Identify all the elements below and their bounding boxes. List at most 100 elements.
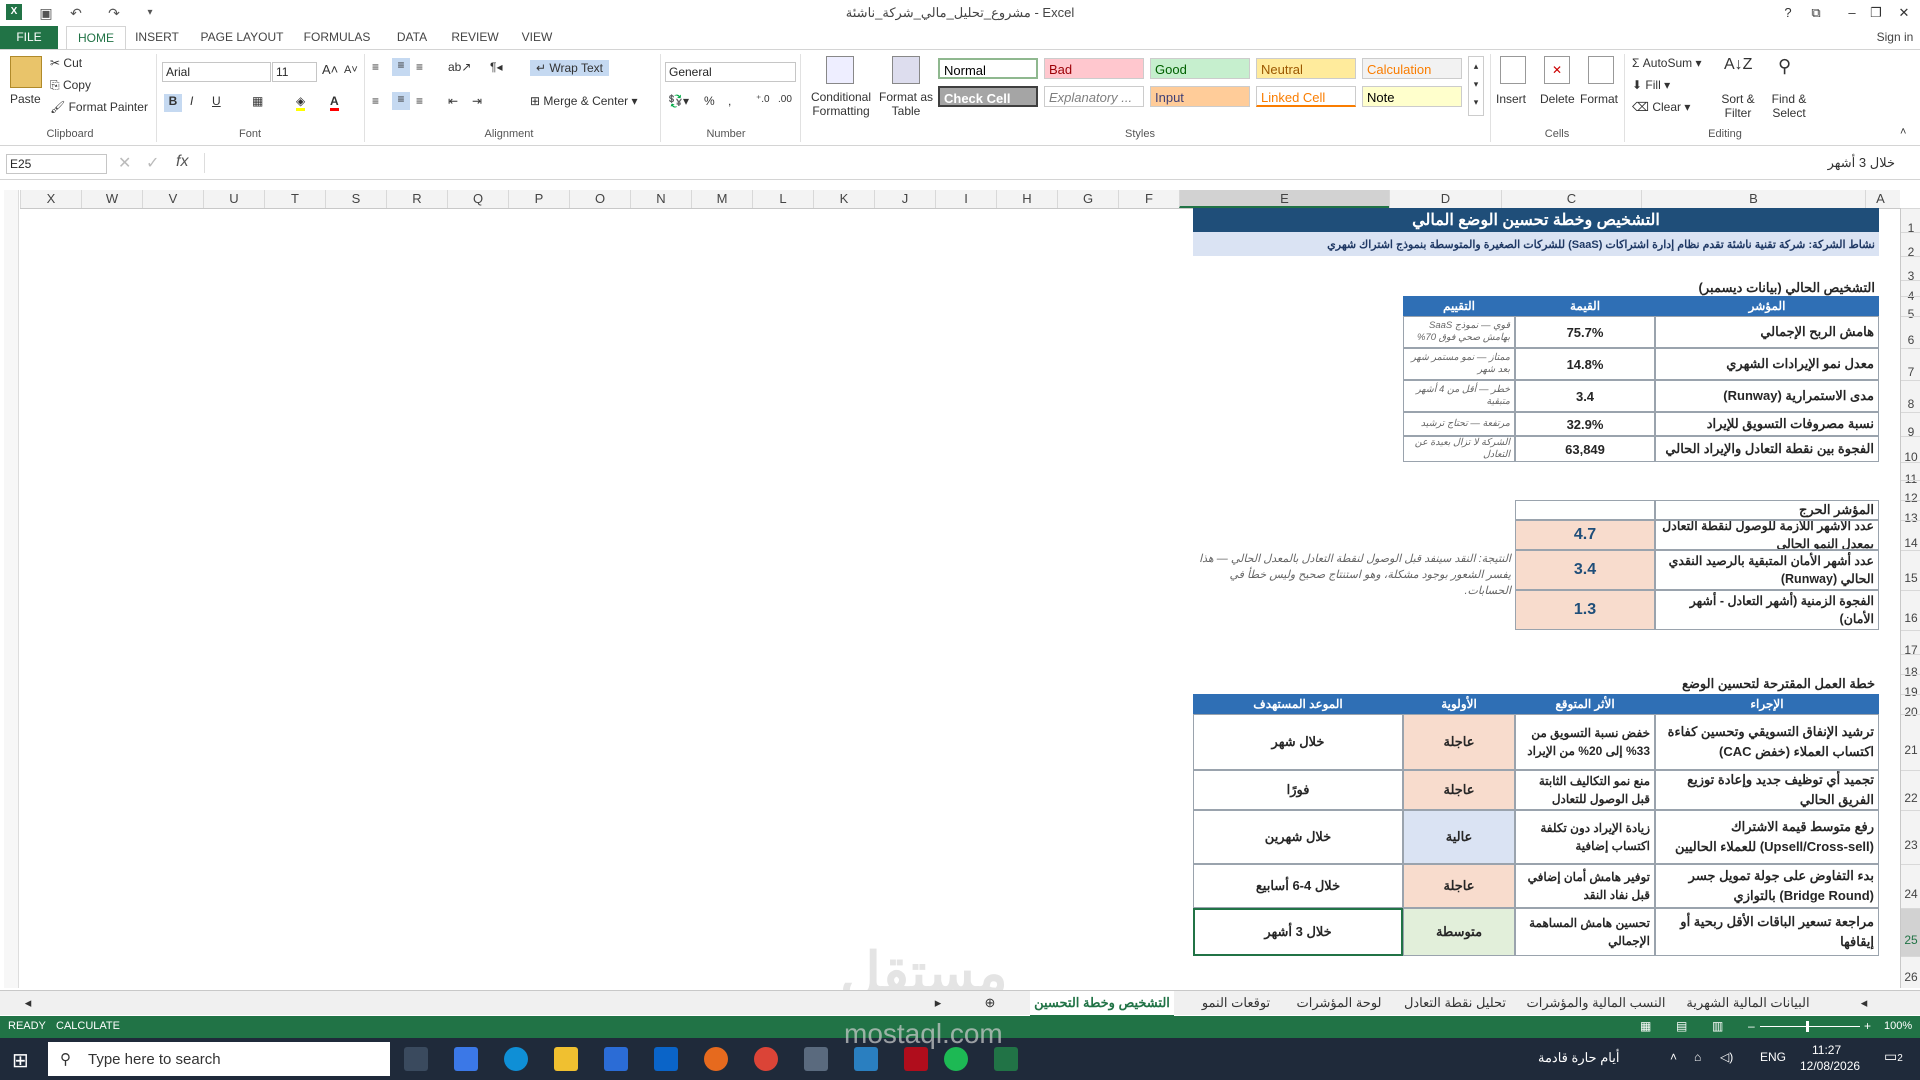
plan-priority-cell[interactable]: عاجلة — [1403, 864, 1515, 908]
windows-start-icon[interactable]: ⊞ — [12, 1048, 29, 1073]
tab-insert[interactable]: INSERT — [132, 26, 182, 49]
row-header-16[interactable]: 16 — [1901, 590, 1920, 630]
scroll-sheet-left-icon[interactable]: ◂ — [1856, 991, 1872, 1015]
plan-impact-cell[interactable]: توفير هامش أمان إضافي قبل نفاد النقد — [1515, 864, 1655, 908]
spotify-icon[interactable] — [944, 1047, 968, 1071]
page-break-view-icon[interactable]: ▥ — [1712, 1019, 1723, 1033]
cell-style-1[interactable]: Bad — [1044, 58, 1144, 79]
row-header-21[interactable]: 21 — [1901, 714, 1920, 770]
network-icon[interactable]: ⌂ — [1694, 1050, 1701, 1064]
zoom-slider-thumb[interactable] — [1806, 1021, 1809, 1032]
sheet-tab-ratios[interactable]: النسب المالية والمؤشرات — [1524, 991, 1668, 1015]
plan-heading[interactable]: خطة العمل المقترحة لتحسين الوضع — [1515, 674, 1879, 694]
diag-assessment-cell[interactable]: الشركة لا تزال بعيدة عن التعادل — [1403, 436, 1515, 462]
sort-filter-icon[interactable]: A↓Z — [1724, 56, 1752, 74]
row-header-5[interactable]: 5 — [1901, 296, 1920, 321]
column-header-Q[interactable]: Q — [447, 190, 508, 208]
name-box[interactable]: E25 — [6, 154, 107, 174]
column-header-J[interactable]: J — [874, 190, 935, 208]
tab-page-layout[interactable]: PAGE LAYOUT — [198, 26, 286, 49]
edge-icon[interactable] — [504, 1047, 528, 1071]
sheet-tab-dashboard[interactable]: لوحة المؤشرات — [1292, 991, 1386, 1015]
row-header-3[interactable]: 3 — [1901, 256, 1920, 283]
plan-action-cell[interactable]: رفع متوسط قيمة الاشتراك (Upsell/Cross-se… — [1655, 810, 1879, 864]
outlook-icon[interactable] — [654, 1047, 678, 1071]
row-header-8[interactable]: 8 — [1901, 380, 1920, 412]
column-header-I[interactable]: I — [935, 190, 996, 208]
font-size-select[interactable]: 11 — [272, 62, 317, 82]
row-header-26[interactable]: 26 — [1901, 956, 1920, 984]
tab-review[interactable]: REVIEW — [448, 26, 502, 49]
diag-indicator-cell[interactable]: نسبة مصروفات التسويق للإيراد — [1655, 412, 1879, 436]
align-bottom-icon[interactable]: ≡ — [416, 60, 423, 74]
cell-style-7[interactable]: Input — [1150, 86, 1250, 107]
format-painter-button[interactable]: 🖌 Format Painter — [50, 100, 148, 114]
cell-style-2[interactable]: Good — [1150, 58, 1250, 79]
row-header-15[interactable]: 15 — [1901, 550, 1920, 590]
delete-cells-icon[interactable]: ✕ — [1544, 56, 1570, 84]
insert-function-icon[interactable]: fx — [176, 153, 188, 171]
insert-button[interactable]: Insert — [1496, 92, 1526, 106]
diag-indicator-cell[interactable]: مدى الاستمرارية (Runway) — [1655, 380, 1879, 412]
page-layout-view-icon[interactable]: ▤ — [1676, 1019, 1687, 1033]
decrease-decimal-icon[interactable]: .00 — [778, 94, 792, 105]
cell-style-0[interactable]: Normal — [938, 58, 1038, 79]
cell-style-4[interactable]: Calculation — [1362, 58, 1462, 79]
diag-value-cell[interactable]: 14.8% — [1515, 348, 1655, 380]
enter-icon[interactable]: ✓ — [146, 153, 159, 173]
delete-button[interactable]: Delete — [1540, 92, 1575, 106]
rtl-icon[interactable]: ¶◂ — [490, 60, 502, 74]
copilot-icon[interactable] — [454, 1047, 478, 1071]
tab-file[interactable]: FILE — [0, 26, 58, 49]
column-header-W[interactable]: W — [81, 190, 142, 208]
plan-action-cell[interactable]: ترشيد الإنفاق التسويقي وتحسين كفاءة اكتس… — [1655, 714, 1879, 770]
notifications-icon[interactable]: ▭2 — [1884, 1048, 1903, 1065]
critical-value-cell[interactable]: 3.4 — [1515, 550, 1655, 590]
plan-deadline-cell[interactable]: خلال شهر — [1193, 714, 1403, 770]
bold-button[interactable]: B — [164, 94, 182, 112]
diag-value-cell[interactable]: 75.7% — [1515, 316, 1655, 348]
column-header-X[interactable]: X — [20, 190, 81, 208]
plan-priority-cell[interactable]: عاجلة — [1403, 714, 1515, 770]
column-header-A[interactable]: A — [1865, 190, 1895, 208]
formula-input[interactable]: خلال 3 أشهر — [204, 153, 1901, 173]
help-button[interactable]: ? — [1774, 2, 1802, 24]
calculator-icon[interactable] — [804, 1047, 828, 1071]
ribbon-display-icon[interactable]: ⧉ — [1802, 2, 1830, 24]
find-select-button[interactable]: Find & Select — [1764, 92, 1814, 120]
plan-deadline-cell[interactable]: خلال شهرين — [1193, 810, 1403, 864]
plan-deadline-cell[interactable]: خلال 4-6 أسابيع — [1193, 864, 1403, 908]
row-header-18[interactable]: 18 — [1901, 654, 1920, 679]
plan-action-cell[interactable]: بدء التفاوض على جولة تمويل جسر (Bridge R… — [1655, 864, 1879, 908]
scroll-tabs-right-icon[interactable]: ▸ — [930, 991, 946, 1015]
column-header-L[interactable]: L — [752, 190, 813, 208]
column-header-O[interactable]: O — [569, 190, 630, 208]
collapse-ribbon-icon[interactable]: ˄ — [1900, 126, 1906, 138]
column-header-V[interactable]: V — [142, 190, 203, 208]
column-header-D[interactable]: D — [1389, 190, 1501, 208]
status-calculate[interactable]: CALCULATE — [56, 1020, 120, 1032]
tray-chevron-icon[interactable]: ˄ — [1670, 1050, 1677, 1064]
sign-in-link[interactable]: Sign in — [1870, 26, 1920, 49]
format-cells-icon[interactable] — [1588, 56, 1614, 84]
app-icon[interactable] — [854, 1047, 878, 1071]
row-header-25[interactable]: 25 — [1901, 908, 1920, 956]
row-header-23[interactable]: 23 — [1901, 810, 1920, 864]
plan-priority-cell[interactable]: عالية — [1403, 810, 1515, 864]
column-header-S[interactable]: S — [325, 190, 386, 208]
critical-label-cell[interactable]: عدد أشهر الأمان المتبقية بالرصيد النقدي … — [1655, 550, 1879, 590]
plan-impact-cell[interactable]: تحسين هامش المساهمة الإجمالي — [1515, 908, 1655, 956]
currency-icon[interactable]: 💱▾ — [668, 94, 689, 108]
cell-style-3[interactable]: Neutral — [1256, 58, 1356, 79]
diag-header-value[interactable]: القيمة — [1515, 296, 1655, 316]
cell-style-5[interactable]: Check Cell — [938, 86, 1038, 107]
cell-style-9[interactable]: Note — [1362, 86, 1462, 107]
critical-note[interactable]: النتيجة: النقد سينفد قبل الوصول لنقطة ال… — [1193, 520, 1515, 630]
wrap-text-button[interactable]: ↵ Wrap Text — [530, 60, 609, 76]
volume-icon[interactable]: ◁) — [1720, 1050, 1733, 1064]
column-header-K[interactable]: K — [813, 190, 874, 208]
chrome-icon[interactable] — [754, 1047, 778, 1071]
percent-icon[interactable]: % — [704, 94, 715, 108]
plan-impact-cell[interactable]: زيادة الإيراد دون تكلفة اكتساب إضافية — [1515, 810, 1655, 864]
row-header-6[interactable]: 6 — [1901, 316, 1920, 348]
